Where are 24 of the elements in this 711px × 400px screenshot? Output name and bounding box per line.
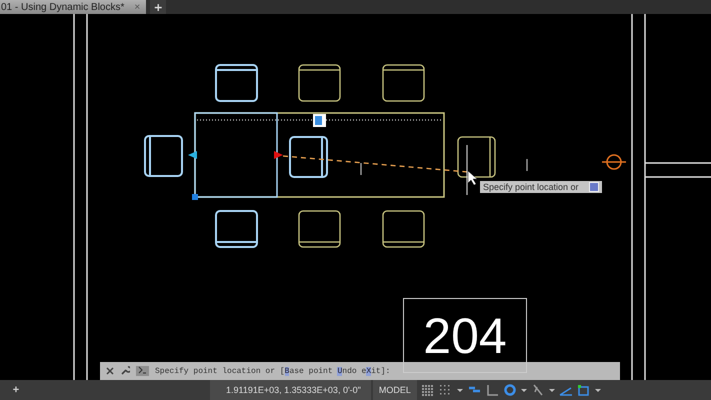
stretch-grip[interactable]: [274, 151, 283, 159]
prompt-icon[interactable]: [136, 366, 149, 376]
cursor-icon: [468, 170, 478, 186]
stretch-grip[interactable]: [188, 151, 197, 159]
crosshair-cursor: [466, 144, 468, 196]
snap-marker-icon: [602, 154, 626, 170]
coordinates-readout: 1.91191E+03, 1.35333E+03, 0'-0": [210, 380, 371, 400]
model-space-button[interactable]: MODEL: [372, 380, 417, 400]
ortho-icon[interactable]: [484, 384, 499, 396]
lookup-grip[interactable]: [313, 114, 326, 127]
drawing-tab[interactable]: 01 - Using Dynamic Blocks* ×: [0, 0, 146, 14]
ucs-icon[interactable]: [576, 384, 591, 396]
add-layout-button[interactable]: +: [10, 384, 22, 396]
command-prompt: Specify point location or [Base point Undo eXit]:: [155, 366, 390, 376]
polar-icon[interactable]: [502, 384, 517, 396]
new-tab-button[interactable]: +: [150, 0, 166, 14]
grid-icon[interactable]: [420, 384, 435, 396]
keystroke-display: 204: [423, 306, 507, 364]
close-icon[interactable]: [106, 364, 114, 378]
track-icon[interactable]: [530, 384, 545, 396]
expand-icon[interactable]: [588, 182, 599, 192]
base-grip[interactable]: [192, 194, 198, 200]
tooltip: Specify point location or: [480, 181, 602, 193]
wrench-icon[interactable]: [120, 364, 130, 378]
